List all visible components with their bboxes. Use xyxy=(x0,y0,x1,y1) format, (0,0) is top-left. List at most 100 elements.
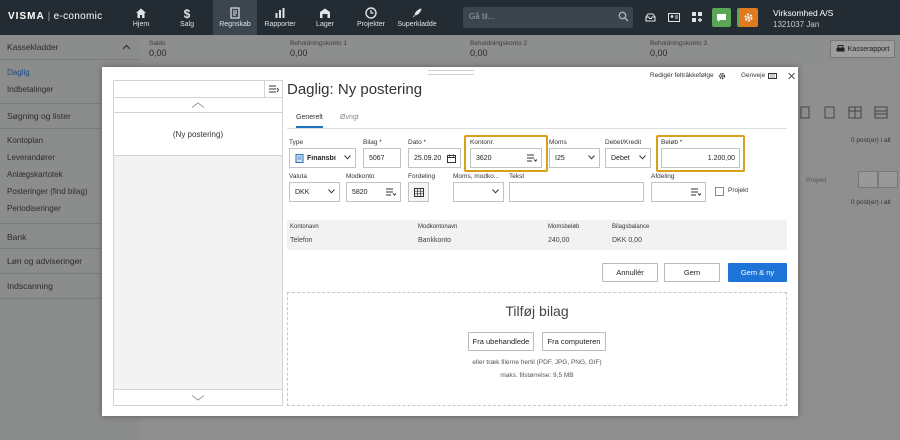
dato-label: Dato * xyxy=(408,139,427,146)
visma-logo[interactable]: VISMA | e-conomic xyxy=(8,11,102,22)
posting-list-empty-area xyxy=(114,156,282,390)
tab-divider xyxy=(287,128,787,129)
projekt-label: Projekt xyxy=(728,187,749,194)
search-input[interactable]: Gå til... xyxy=(463,7,633,28)
tab-ovrigt[interactable]: Øvrigt xyxy=(340,114,359,121)
moms-modkonto-select[interactable] xyxy=(453,182,504,202)
nav-hjem[interactable]: Hjem xyxy=(124,0,158,35)
posting-list-search[interactable] xyxy=(114,81,282,98)
moms-label: Moms xyxy=(549,139,567,146)
upload-hint: eller træk filerne hertil (PDF, JPG, PNG… xyxy=(472,359,602,366)
shortcuts-link[interactable]: Genveje xyxy=(741,72,765,79)
debet-kredit-select[interactable]: Debet xyxy=(605,148,651,168)
balance-label: Saldo xyxy=(149,40,166,47)
warehouse-icon xyxy=(320,8,330,18)
dollar-icon: $ xyxy=(184,7,191,19)
posting-list-item[interactable]: (Ny postering) xyxy=(114,112,282,156)
nav-label: Lager xyxy=(316,21,334,28)
summary-header: Kontonavn xyxy=(290,224,319,230)
search-placeholder: Gå til... xyxy=(469,12,495,21)
posts-count: 0 post(er) i alt xyxy=(851,199,891,206)
summary-header: Momsbeløb xyxy=(548,224,580,230)
svg-text:$: $ xyxy=(184,7,191,19)
nav-superkladde[interactable]: Superkladde xyxy=(395,0,439,35)
nav-projekter[interactable]: Projekter xyxy=(354,0,388,35)
gear-icon[interactable] xyxy=(718,72,726,80)
from-computer-button[interactable]: Fra computeren xyxy=(542,332,606,351)
new-posting-dialog: (Ny postering) Daglig: Ny postering Redi… xyxy=(102,67,798,416)
upload-max-size: maks. filstørrelse: 9,5 MB xyxy=(500,372,574,379)
kasserapport-button[interactable]: Kasserapport xyxy=(830,40,895,58)
profile-card-icon[interactable] xyxy=(664,8,683,27)
tekst-input[interactable] xyxy=(509,182,644,202)
posting-list-panel: (Ny postering) xyxy=(113,80,283,406)
dato-input[interactable]: 25.09.20 xyxy=(408,148,461,168)
keyboard-icon[interactable] xyxy=(768,73,777,79)
printer-icon xyxy=(836,45,845,52)
apps-icon[interactable] xyxy=(688,8,707,27)
edit-field-order-link[interactable]: Redigér felträkkefølge xyxy=(650,72,714,79)
from-unprocessed-button[interactable]: Fra ubehandlede xyxy=(468,332,534,351)
save-new-button[interactable]: Gem & ny xyxy=(728,263,787,282)
summary-value: Bankkonto xyxy=(418,237,452,244)
modkonto-input[interactable]: 5820 xyxy=(346,182,401,202)
projekt-checkbox[interactable] xyxy=(715,187,724,196)
drag-handle[interactable] xyxy=(428,70,474,75)
bilag-input[interactable]: 5067 xyxy=(363,148,401,168)
nav-regnskab[interactable]: Regnskab xyxy=(213,0,257,35)
attachment-dropzone[interactable]: Tilføj bilag Fra ubehandlede Fra compute… xyxy=(287,292,787,406)
chevron-up-icon[interactable] xyxy=(122,44,131,50)
summary-header: Bilagsbalance xyxy=(612,224,650,230)
home-icon xyxy=(136,8,146,18)
rocket-icon xyxy=(412,8,422,18)
balance-label: Beholdningskonto 1 xyxy=(290,40,348,47)
nav-salg[interactable]: $ Salg xyxy=(170,0,204,35)
cancel-button[interactable]: Annullér xyxy=(602,263,658,282)
moms-modkonto-label: Moms, modko... xyxy=(453,173,500,180)
summary-value: 240,00 xyxy=(548,237,570,244)
chat-icon[interactable] xyxy=(712,8,731,27)
inbox-icon[interactable] xyxy=(641,8,660,27)
summary-value: Telefon xyxy=(290,237,313,244)
afdeling-input[interactable] xyxy=(651,182,706,202)
save-button[interactable]: Gem xyxy=(664,263,720,282)
moms-value: I25 xyxy=(555,154,565,162)
lookup-list-icon[interactable] xyxy=(382,183,400,201)
lookup-list-icon[interactable] xyxy=(687,183,705,201)
nav-label: Regnskab xyxy=(219,21,251,28)
chevron-down-icon xyxy=(328,189,335,194)
balance-label: Beholdningskonto 2 xyxy=(470,40,528,47)
nav-label: Superkladde xyxy=(397,21,437,28)
balance-value: 0,00 xyxy=(149,48,167,58)
scroll-down-button[interactable] xyxy=(114,390,282,405)
tab-generelt[interactable]: Generelt xyxy=(296,114,323,128)
moms-select[interactable]: I25 xyxy=(549,148,600,168)
projekt-column-header: Projekt xyxy=(806,177,827,184)
fordeling-label: Fordeling xyxy=(408,173,436,180)
fordeling-button[interactable] xyxy=(408,182,429,202)
balance-value: 0,00 xyxy=(470,48,488,58)
nav-lager[interactable]: Lager xyxy=(310,0,340,35)
close-icon[interactable]: ✕ xyxy=(787,70,796,83)
list-filter-icon[interactable] xyxy=(264,81,282,97)
nav-label: Projekter xyxy=(356,21,385,28)
tekst-label: Tekst xyxy=(509,173,525,180)
kasserapport-label: Kasserapport xyxy=(847,45,890,53)
nav-rapporter[interactable]: Rapporter xyxy=(262,0,298,35)
sidebar-head-kassekladder[interactable]: Kassekladder xyxy=(0,42,140,52)
modkonto-value: 5820 xyxy=(352,188,368,196)
type-select[interactable]: Finansbi xyxy=(289,148,356,168)
valuta-select[interactable]: DKK xyxy=(289,182,340,202)
collapse-left-icon[interactable] xyxy=(858,171,878,188)
calendar-icon[interactable] xyxy=(442,149,460,167)
company-id: 1321037 Jan xyxy=(773,20,820,29)
dato-value: 25.09.20 xyxy=(414,154,442,162)
scroll-up-button[interactable] xyxy=(114,98,282,112)
chevron-down-icon xyxy=(344,155,351,160)
company-info[interactable]: Virksomhed A/S 1321037 Jan xyxy=(773,7,833,31)
posting-summary: Kontonavn Modkontonavn Momsbeløb Bilagsb… xyxy=(287,220,787,250)
top-bar: VISMA | e-conomic Hjem $ Salg Regnskab Rap… xyxy=(0,0,900,35)
expand-icon[interactable] xyxy=(878,171,898,188)
settings-gear-icon[interactable] xyxy=(739,8,758,27)
clock-icon xyxy=(365,7,377,19)
